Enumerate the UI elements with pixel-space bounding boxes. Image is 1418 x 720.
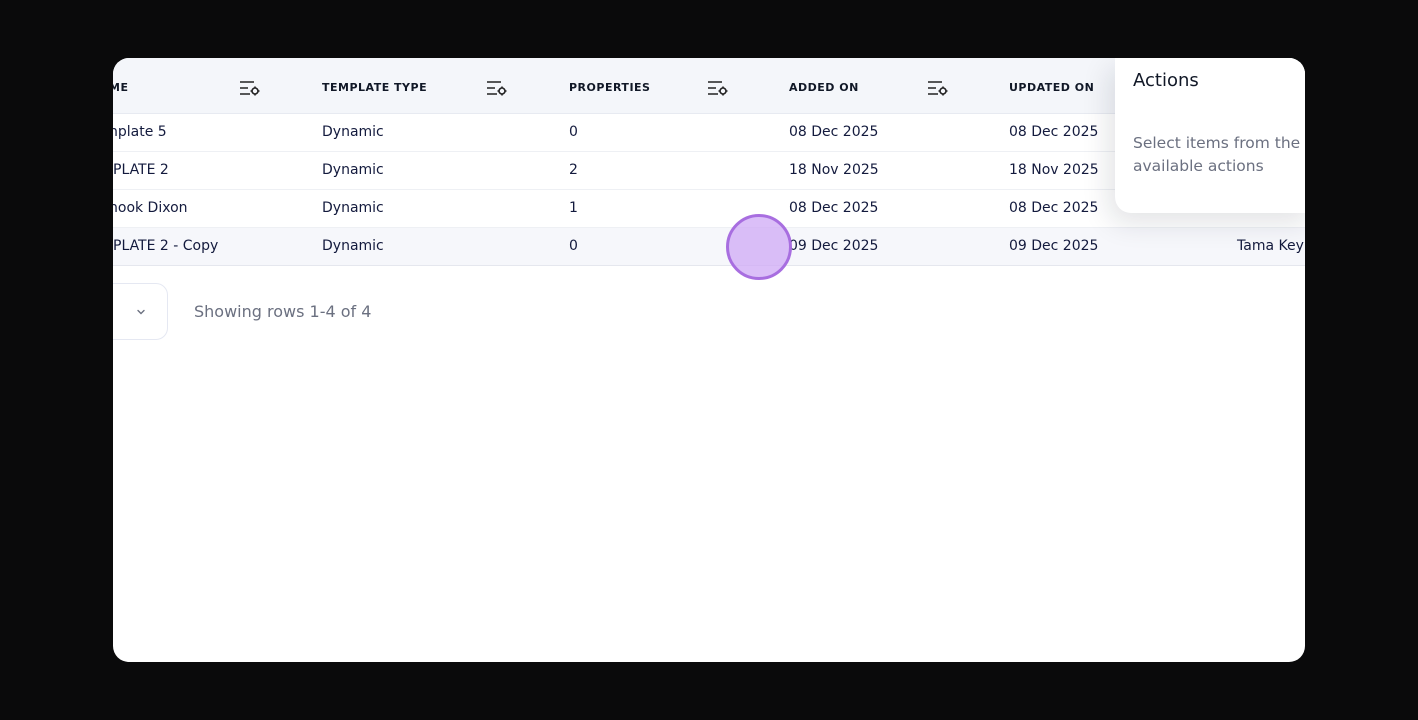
actions-panel: Actions Select items from the available … <box>1115 58 1305 213</box>
cell-updated-on: 08 Dec 2025 <box>1009 124 1099 140</box>
table-row[interactable]: PLATE 2 - Copy Dynamic 0 09 Dec 2025 09 … <box>113 228 1305 266</box>
cursor-indicator <box>726 214 792 280</box>
cell-properties: 0 <box>569 238 578 254</box>
pagination-summary: Showing rows 1-4 of 4 <box>194 302 372 321</box>
cell-added-on: 09 Dec 2025 <box>789 238 879 254</box>
cell-template-type: Dynamic <box>322 162 384 178</box>
rows-per-page-select[interactable] <box>113 283 168 340</box>
filter-settings-icon[interactable] <box>239 79 261 97</box>
actions-title: Actions <box>1133 70 1199 91</box>
cell-updated-on: 09 Dec 2025 <box>1009 238 1099 254</box>
filter-settings-icon[interactable] <box>486 79 508 97</box>
cell-added-on: 08 Dec 2025 <box>789 200 879 216</box>
cell-updated-on: 18 Nov 2025 <box>1009 162 1099 178</box>
column-header-properties[interactable]: PROPERTIES <box>569 81 650 94</box>
cell-name[interactable]: PLATE 2 <box>113 162 169 178</box>
cell-template-type: Dynamic <box>322 238 384 254</box>
cell-updated-on: 08 Dec 2025 <box>1009 200 1099 216</box>
cell-template-type: Dynamic <box>322 124 384 140</box>
cell-name[interactable]: nplate 5 <box>113 124 167 140</box>
actions-description: Select items from the available actions <box>1133 134 1301 175</box>
filter-settings-icon[interactable] <box>707 79 729 97</box>
column-header-updated-on[interactable]: UPDATED ON <box>1009 81 1094 94</box>
cell-properties: 2 <box>569 162 578 178</box>
cell-name[interactable]: PLATE 2 - Copy <box>113 238 218 254</box>
filter-settings-icon[interactable] <box>927 79 949 97</box>
cell-added-on: 08 Dec 2025 <box>789 124 879 140</box>
cell-owner: Tama Key <box>1237 238 1304 254</box>
cell-name[interactable]: hook Dixon <box>113 200 188 216</box>
column-header-name[interactable]: ME <box>113 81 128 94</box>
cell-template-type: Dynamic <box>322 200 384 216</box>
chevron-down-icon <box>137 309 145 315</box>
cell-properties: 0 <box>569 124 578 140</box>
column-header-template-type[interactable]: TEMPLATE TYPE <box>322 81 427 94</box>
cell-added-on: 18 Nov 2025 <box>789 162 879 178</box>
templates-window: ME TEMPLATE TYPE PROPERTIES ADDED ON UPD… <box>113 58 1305 662</box>
column-header-added-on[interactable]: ADDED ON <box>789 81 859 94</box>
cell-properties: 1 <box>569 200 578 216</box>
